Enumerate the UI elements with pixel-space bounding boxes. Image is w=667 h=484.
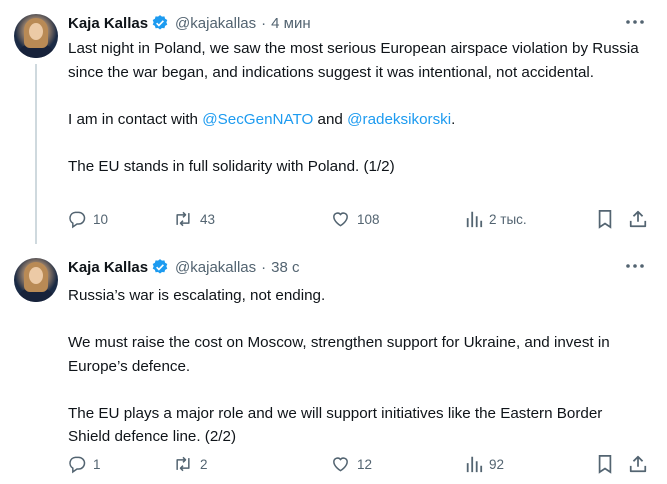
tweet-actions: 1 2 12 92 bbox=[60, 452, 660, 476]
repost-count: 43 bbox=[200, 211, 216, 227]
tweet-paragraph: Russia’s war is escalating, not ending. bbox=[68, 287, 326, 304]
views-icon bbox=[466, 211, 483, 228]
reply-icon bbox=[69, 456, 86, 474]
share-icon bbox=[629, 210, 647, 228]
repost-button[interactable]: 43 bbox=[172, 207, 215, 231]
reply-icon bbox=[69, 211, 86, 229]
avatar[interactable] bbox=[14, 14, 58, 58]
tweet[interactable]: Kaja Kallas @kajakallas · 4 мин Last nig… bbox=[0, 0, 667, 244]
tweet-paragraph: I am in contact with @SecGenNATO and @ra… bbox=[68, 110, 456, 128]
mention-link[interactable]: @radeksikorski bbox=[347, 111, 451, 128]
bookmark-icon bbox=[598, 455, 612, 474]
author-handle[interactable]: @kajakallas bbox=[175, 259, 256, 276]
like-count: 12 bbox=[357, 456, 373, 472]
repost-icon bbox=[176, 456, 190, 472]
tweet-paragraph: The EU plays a major role and we will su… bbox=[68, 404, 603, 446]
tweet-text: Last night in Poland, we saw the most se… bbox=[68, 37, 648, 178]
verified-badge-icon bbox=[151, 258, 169, 276]
separator-dot: · bbox=[261, 258, 267, 276]
tweet-paragraph: We must raise the cost on Moscow, streng… bbox=[68, 334, 610, 375]
timestamp[interactable]: 4 мин bbox=[271, 15, 311, 32]
like-button[interactable]: 12 bbox=[330, 452, 372, 476]
timestamp[interactable]: 38 с bbox=[271, 259, 299, 276]
reply-count: 1 bbox=[93, 456, 101, 472]
like-count: 108 bbox=[357, 211, 380, 227]
author-name[interactable]: Kaja Kallas bbox=[68, 259, 148, 276]
avatar[interactable] bbox=[14, 258, 58, 302]
like-button[interactable]: 108 bbox=[330, 207, 380, 231]
views-button[interactable]: 92 bbox=[465, 452, 504, 476]
bookmark-button[interactable] bbox=[596, 452, 614, 476]
like-icon bbox=[333, 212, 348, 227]
author-handle[interactable]: @kajakallas bbox=[175, 15, 256, 32]
repost-button[interactable]: 2 bbox=[172, 452, 208, 476]
repost-count: 2 bbox=[200, 456, 208, 472]
verified-badge-icon bbox=[151, 14, 169, 32]
thread-line bbox=[35, 64, 37, 244]
share-icon bbox=[629, 455, 647, 473]
mention-link[interactable]: @SecGenNATO bbox=[202, 111, 313, 128]
views-button[interactable]: 2 тыс. bbox=[465, 207, 527, 231]
bookmark-icon bbox=[598, 210, 612, 229]
reply-button[interactable]: 10 bbox=[67, 207, 108, 231]
repost-icon bbox=[176, 211, 190, 227]
tweet-text: Russia’s war is escalating, not ending. … bbox=[68, 284, 648, 449]
tweet-header: Kaja Kallas @kajakallas · 4 мин bbox=[68, 12, 311, 34]
views-count: 2 тыс. bbox=[489, 211, 527, 227]
tweet-paragraph: The EU stands in full solidarity with Po… bbox=[68, 157, 395, 175]
share-button[interactable] bbox=[628, 207, 648, 231]
like-icon bbox=[333, 457, 348, 472]
tweet-header: Kaja Kallas @kajakallas · 38 с bbox=[68, 256, 300, 278]
author-name[interactable]: Kaja Kallas bbox=[68, 15, 148, 32]
more-icon[interactable] bbox=[623, 256, 647, 276]
views-icon bbox=[466, 456, 483, 473]
bookmark-button[interactable] bbox=[596, 207, 614, 231]
more-icon[interactable] bbox=[623, 12, 647, 32]
share-button[interactable] bbox=[628, 452, 648, 476]
views-count: 92 bbox=[489, 456, 505, 472]
separator-dot: · bbox=[261, 14, 267, 32]
tweet-actions: 10 43 108 2 тыс. bbox=[60, 207, 660, 231]
reply-button[interactable]: 1 bbox=[67, 452, 101, 476]
tweet[interactable]: Kaja Kallas @kajakallas · 38 с Russia’s … bbox=[0, 244, 667, 484]
reply-count: 10 bbox=[93, 211, 109, 227]
tweet-paragraph: Last night in Poland, we saw the most se… bbox=[68, 40, 639, 81]
